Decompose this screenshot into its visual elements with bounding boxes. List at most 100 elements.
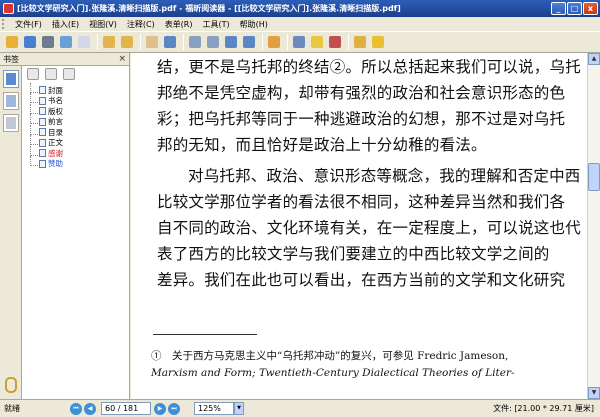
minimize-button[interactable]: _: [551, 2, 566, 15]
tree-line: [30, 156, 38, 167]
zoom-dropdown-icon[interactable]: ▼: [234, 402, 244, 415]
tree-line: [30, 114, 38, 125]
open-icon[interactable]: [4, 34, 20, 50]
bookmark-toolbar: [24, 68, 128, 82]
scroll-down-icon[interactable]: ▼: [588, 387, 600, 399]
bookmark-label: 封面: [48, 85, 63, 95]
prev-page-icon[interactable]: ◀: [84, 402, 96, 415]
tab-layers[interactable]: [3, 92, 19, 110]
status-ready: 就绪: [4, 404, 20, 413]
next-page-icon[interactable]: ▶: [154, 402, 166, 415]
tree-line: [30, 124, 38, 135]
menu-help[interactable]: 帮助(H): [235, 19, 273, 30]
bookmark-item[interactable]: 感谢: [27, 145, 127, 159]
tree-line: [30, 82, 38, 93]
bookmark-list: 封面 书名 版权 前言 目录 正文 感谢 赞助: [27, 82, 127, 170]
last-page-icon[interactable]: ⏭: [168, 402, 180, 415]
bookmark-item[interactable]: 前言: [27, 114, 127, 128]
bookmark-label: 感谢: [48, 148, 63, 158]
menu-form[interactable]: 表单(R): [160, 19, 198, 30]
vertical-scrollbar[interactable]: ▲ ▼: [587, 53, 600, 399]
tree-line: [30, 103, 38, 114]
zoom-plus-icon[interactable]: [241, 34, 257, 50]
bookmark-icon: [39, 138, 46, 147]
footnote-rule: [153, 334, 257, 335]
panel-title: 书签: [3, 54, 19, 64]
footnote-line-1: ① 关于西方马克思主义中“乌托邦冲动”的复兴，可参见 Fredric James…: [151, 350, 509, 362]
status-bar: 就绪 ⏮ ◀ 60 / 181 ▶ ⏭ 125% ▼ 文件: [21.00 * …: [0, 399, 600, 417]
menu-tools[interactable]: 工具(T): [198, 19, 235, 30]
first-page-icon[interactable]: ⏮: [70, 402, 82, 415]
main-toolbar: [0, 31, 600, 53]
panel-close-icon[interactable]: ×: [118, 54, 126, 64]
window-title: [比较文学研究入门].张隆溪.清晰扫描版.pdf - 福昕阅读器 - [[比较文…: [17, 4, 401, 13]
select-text-icon[interactable]: [266, 34, 282, 50]
menu-insert[interactable]: 插入(E): [47, 19, 84, 30]
tree-line: [30, 93, 38, 104]
bookmark-icon: [39, 159, 46, 168]
toolbar-separator: [183, 34, 184, 50]
page-size-info: 文件: [21.00 * 29.71 厘米]: [493, 404, 594, 413]
title-bar: [比较文学研究入门].张隆溪.清晰扫描版.pdf - 福昕阅读器 - [[比较文…: [0, 0, 600, 17]
thumbnail-icon[interactable]: [76, 34, 92, 50]
maximize-button[interactable]: □: [567, 2, 582, 15]
attachment-icon[interactable]: [5, 377, 17, 393]
save-icon[interactable]: [22, 34, 38, 50]
menu-bar: 文件(F) 插入(E) 视图(V) 注释(C) 表单(R) 工具(T) 帮助(H…: [0, 17, 600, 31]
document-view[interactable]: 结，更不是乌托邦的终结②。所以总括起来我们可以说，乌托 邦绝不是凭空虚构，却带有强…: [131, 53, 587, 399]
expand-bookmark-icon[interactable]: [27, 68, 39, 80]
zoom-input[interactable]: 125%: [194, 402, 234, 415]
menu-comment[interactable]: 注释(C): [122, 19, 160, 30]
typewriter-icon[interactable]: [327, 34, 343, 50]
email-icon[interactable]: [58, 34, 74, 50]
menu-view[interactable]: 视图(V): [84, 19, 122, 30]
back-icon[interactable]: [101, 34, 117, 50]
bookmark-panel: 书签 × 封面 书名 版权 前言 目录 正文 感谢 赞助: [0, 53, 130, 399]
document-text-line: 彩；把乌托邦等同于一种逃避政治的幻想，那不过是对乌托: [157, 110, 566, 128]
note-icon[interactable]: [309, 34, 325, 50]
toolbar-separator: [262, 34, 263, 50]
tab-bookmarks[interactable]: [3, 70, 19, 88]
toolbar-separator: [287, 34, 288, 50]
bookmark-item[interactable]: 版权: [27, 103, 127, 117]
scroll-thumb[interactable]: [588, 163, 600, 191]
bookmark-icon: [39, 107, 46, 116]
bookmark-item[interactable]: 赞助: [27, 156, 127, 170]
bookmark-icon: [39, 86, 46, 95]
bookmark-label: 书名: [48, 96, 63, 106]
forward-icon[interactable]: [119, 34, 135, 50]
zoom-out-icon[interactable]: [223, 34, 239, 50]
highlight-icon[interactable]: [352, 34, 368, 50]
fit-width-icon[interactable]: [205, 34, 221, 50]
panel-tab-strip: [0, 66, 22, 399]
bookmark-icon: [39, 117, 46, 126]
bookmark-item[interactable]: 正文: [27, 135, 127, 149]
scroll-up-icon[interactable]: ▲: [588, 53, 600, 65]
toolbar-separator: [97, 34, 98, 50]
zoom-in-icon[interactable]: [162, 34, 178, 50]
document-text-line: 邦绝不是凭空虚构，却带有强烈的政治和社会意识形态的色: [157, 84, 566, 102]
close-button[interactable]: x: [583, 2, 598, 15]
menu-file[interactable]: 文件(F): [10, 19, 47, 30]
bookmark-label: 赞助: [48, 159, 63, 169]
fit-page-icon[interactable]: [187, 34, 203, 50]
bookmark-item[interactable]: 封面: [27, 82, 127, 96]
panel-header: 书签 ×: [0, 53, 129, 66]
bookmark-item[interactable]: 书名: [27, 93, 127, 107]
toolbar-separator: [348, 34, 349, 50]
tab-pages[interactable]: [3, 114, 19, 132]
delete-bookmark-icon[interactable]: [45, 68, 57, 80]
bookmark-item[interactable]: 目录: [27, 124, 127, 138]
app-icon: [3, 3, 14, 14]
hand-tool-icon[interactable]: [144, 34, 160, 50]
menu-grip: [2, 19, 8, 29]
snapshot-icon[interactable]: [291, 34, 307, 50]
bookmark-icon: [39, 128, 46, 137]
document-text-line: 邦的无知，而且恰好是政治上十分幼稚的看法。: [157, 136, 487, 154]
tree-line: [30, 145, 38, 156]
print-icon[interactable]: [40, 34, 56, 50]
new-bookmark-icon[interactable]: [63, 68, 75, 80]
comment-icon[interactable]: [370, 34, 386, 50]
page-number-input[interactable]: 60 / 181: [101, 402, 151, 415]
bookmark-label: 前言: [48, 117, 63, 127]
